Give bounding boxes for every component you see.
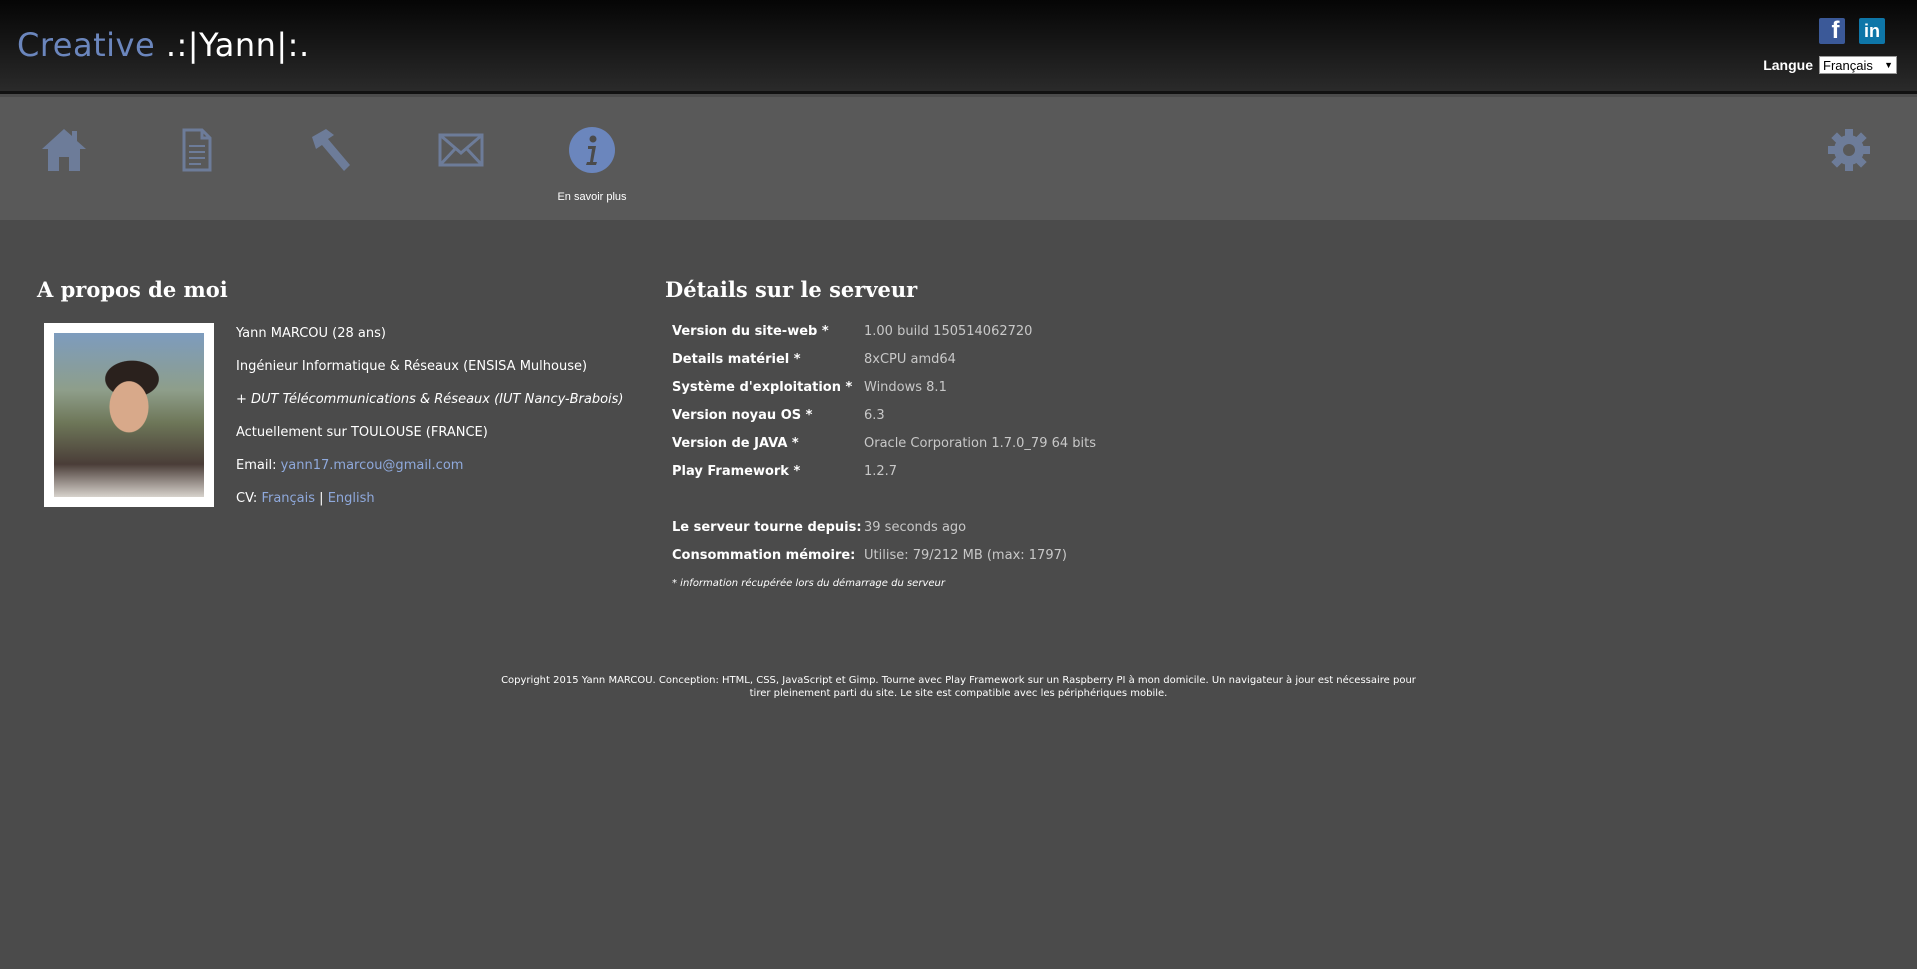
linkedin-icon[interactable]: in — [1859, 18, 1885, 44]
memory-value: Utilise: 79/212 MB (max: 1797) — [864, 548, 1067, 563]
nav-contact[interactable] — [428, 125, 494, 175]
language-label: Langue — [1763, 57, 1813, 73]
envelope-icon — [438, 133, 484, 167]
footer-line-1: Copyright 2015 Yann MARCOU. Conception: … — [501, 675, 1416, 686]
nav-home[interactable] — [31, 125, 97, 175]
server-row-value: Oracle Corporation 1.7.0_79 64 bits — [864, 436, 1097, 451]
nav-settings[interactable] — [1816, 125, 1882, 175]
server-row-label: Details matériel * — [672, 352, 801, 367]
server-row-label: Version noyau OS * — [672, 408, 813, 423]
dropdown-arrow-icon: ▼ — [1884, 60, 1893, 70]
social-links: f in — [1819, 18, 1885, 44]
cv-label: CV: — [236, 491, 262, 506]
uptime-value: 39 seconds ago — [864, 520, 967, 535]
about-name: Yann MARCOU (28 ans) — [236, 326, 386, 341]
language-select[interactable]: Français ▼ — [1819, 56, 1897, 74]
nav-about-caption: En savoir plus — [557, 191, 627, 203]
nav-projects[interactable] — [296, 125, 362, 175]
email-link[interactable]: yann17.marcou@gmail.com — [281, 458, 464, 473]
server-row-value: 6.3 — [864, 408, 885, 423]
site-footer: Copyright 2015 Yann MARCOU. Conception: … — [470, 674, 1447, 700]
about-title: A propos de moi — [37, 277, 228, 302]
server-row-value: 1.00 build 150514062720 — [864, 324, 1033, 339]
home-icon — [42, 129, 86, 171]
gear-icon — [1828, 129, 1870, 171]
server-row-label: Version de JAVA * — [672, 436, 799, 451]
profile-photo — [44, 323, 214, 507]
cv-french-link[interactable]: Français — [261, 491, 315, 506]
about-degree: Ingénieur Informatique & Réseaux (ENSISA… — [236, 359, 588, 374]
memory-label: Consommation mémoire: — [672, 548, 856, 563]
email-label: Email: — [236, 458, 281, 473]
server-row-value: Windows 8.1 — [864, 380, 947, 395]
facebook-icon[interactable]: f — [1819, 18, 1845, 44]
site-header: Creative .:|Yann|:. f in Langue Français… — [0, 0, 1917, 94]
logo-creative: Creative — [17, 26, 156, 64]
footer-line-2: tirer pleinement parti du site. Le site … — [749, 688, 1168, 699]
avatar — [54, 333, 204, 497]
about-cv-row: CV: Français | English — [236, 491, 375, 506]
cv-english-link[interactable]: English — [328, 491, 375, 506]
language-selector: Langue Français ▼ — [1763, 56, 1897, 74]
language-value: Français — [1823, 57, 1873, 73]
server-title: Détails sur le serveur — [665, 277, 918, 302]
server-row-label: Play Framework * — [672, 464, 801, 479]
about-dut: + DUT Télécommunications & Réseaux (IUT … — [236, 392, 624, 407]
logo-name: .:|Yann|:. — [155, 26, 310, 64]
nav-about[interactable] — [559, 125, 625, 175]
info-icon — [569, 127, 615, 173]
site-logo[interactable]: Creative .:|Yann|:. — [17, 26, 310, 64]
server-row-value: 8xCPU amd64 — [864, 352, 956, 367]
about-location: Actuellement sur TOULOUSE (FRANCE) — [236, 425, 488, 440]
server-row-value: 1.2.7 — [864, 464, 898, 479]
hammer-icon — [312, 129, 350, 171]
server-row-label: Version du site-web * — [672, 324, 829, 339]
server-row-label: Système d'exploitation * — [672, 380, 853, 395]
main-nav — [0, 97, 1917, 220]
nav-cv[interactable] — [163, 125, 229, 175]
document-icon — [182, 128, 212, 172]
server-footnote: * information récupérée lors du démarrag… — [672, 578, 945, 589]
uptime-label: Le serveur tourne depuis: — [672, 520, 862, 535]
about-email-row: Email: yann17.marcou@gmail.com — [236, 458, 463, 473]
cv-separator: | — [315, 491, 328, 506]
